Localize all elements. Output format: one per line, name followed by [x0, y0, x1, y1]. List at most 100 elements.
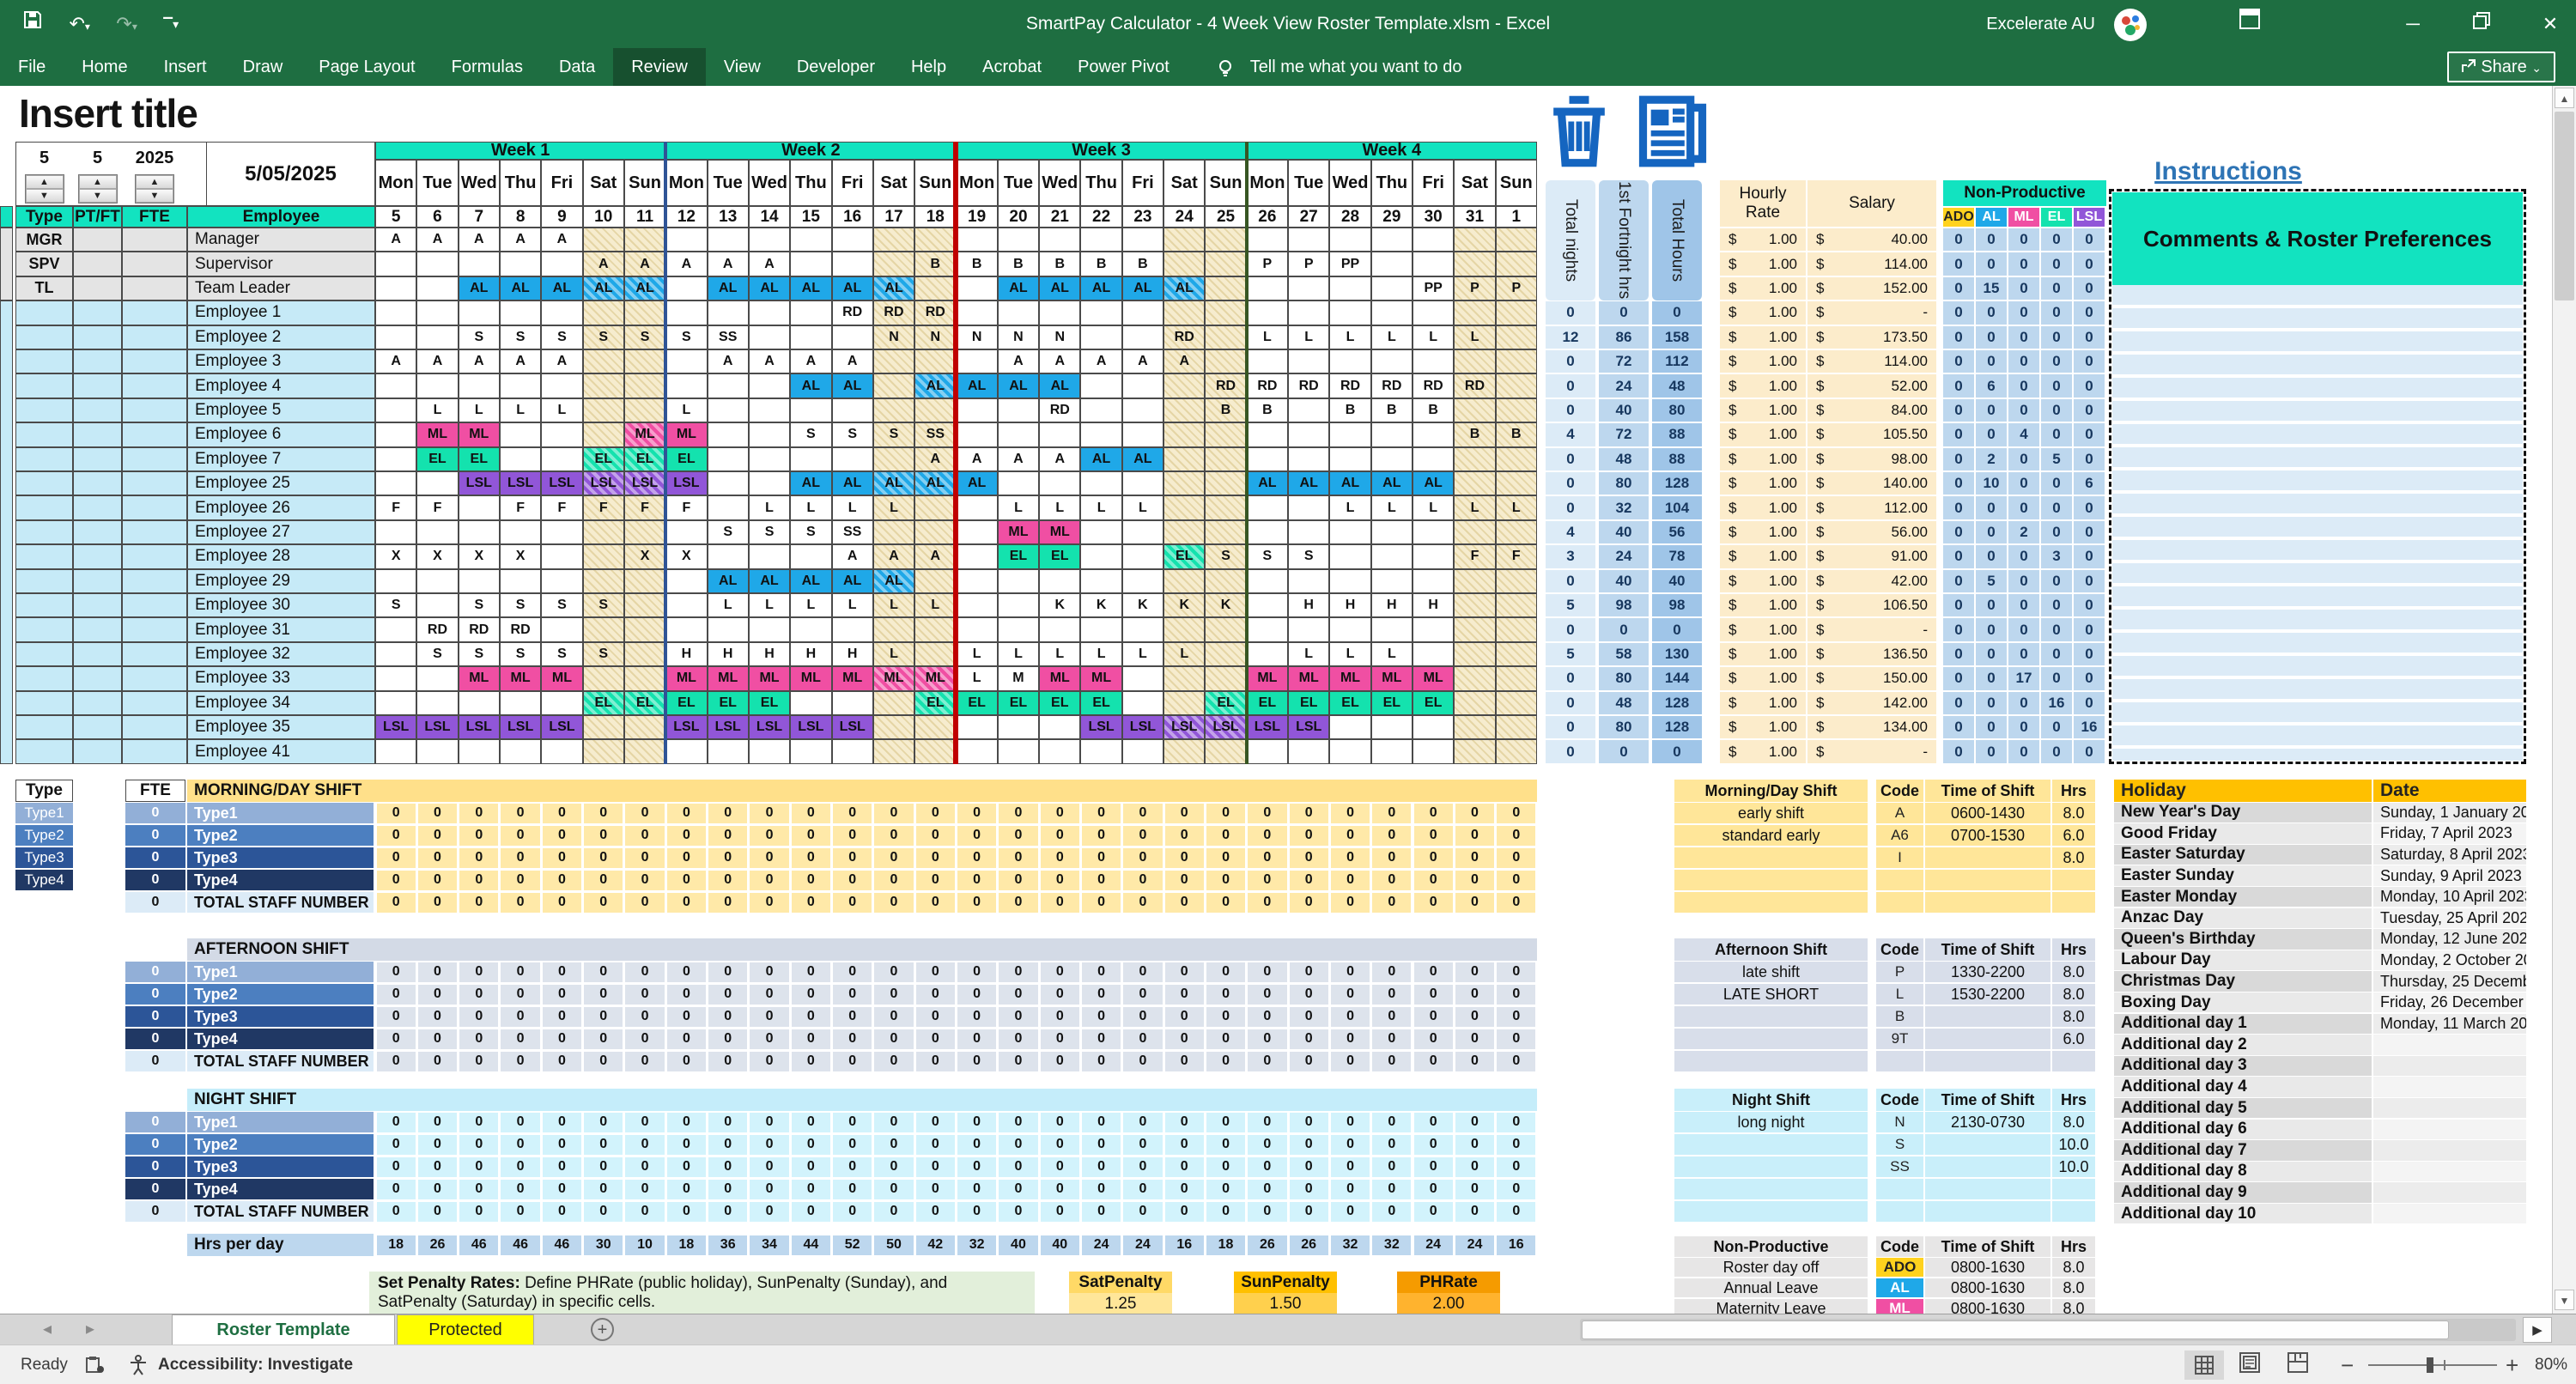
row-type-cell[interactable] [15, 300, 73, 325]
shift-cell[interactable] [832, 252, 873, 276]
total-staff-cell[interactable]: 0 [1041, 1052, 1079, 1071]
shift-cell[interactable] [1288, 739, 1329, 763]
shift-cell[interactable] [1205, 617, 1246, 641]
total-staff-cell[interactable]: 0 [1290, 1052, 1328, 1071]
total-value-cell[interactable]: 72 [1599, 350, 1649, 373]
staff-count-cell[interactable]: 0 [667, 1157, 706, 1177]
shift-cell[interactable]: ML [708, 666, 749, 690]
shift-cell[interactable]: ML [665, 666, 707, 690]
shift-cell[interactable] [375, 276, 416, 300]
salary-cell[interactable]: $42.00 [1807, 570, 1936, 592]
shift-cell[interactable]: F [541, 495, 582, 519]
nonprod-value-cell[interactable]: 0 [2074, 643, 2105, 665]
staff-count-cell[interactable]: 0 [1165, 1157, 1204, 1177]
row-ptft-cell[interactable] [73, 495, 122, 519]
staff-count-cell[interactable]: 0 [916, 1157, 955, 1177]
type-fte-cell[interactable]: 0 [125, 1112, 185, 1132]
total-value-cell[interactable]: 4 [1546, 521, 1595, 543]
nonprod-value-cell[interactable]: 0 [2041, 594, 2072, 616]
shift-cell[interactable]: ML [541, 666, 582, 690]
staff-count-cell[interactable]: 0 [874, 1113, 913, 1132]
date-cell[interactable]: 15 [790, 206, 831, 228]
staff-count-cell[interactable]: 0 [916, 848, 955, 868]
staff-count-cell[interactable]: 0 [1331, 804, 1370, 823]
shift-cell[interactable]: A [375, 349, 416, 373]
total-staff-cell[interactable]: 0 [543, 1052, 581, 1071]
staff-count-cell[interactable]: 0 [750, 1113, 788, 1132]
staff-count-cell[interactable]: 0 [1041, 804, 1079, 823]
shift-cell[interactable] [956, 593, 997, 617]
shift-cell[interactable]: EL [624, 691, 665, 715]
total-value-cell[interactable]: 40 [1652, 570, 1702, 592]
shift-cell[interactable]: L [1288, 642, 1329, 666]
staff-count-cell[interactable]: 0 [1497, 826, 1535, 846]
hrs-per-day-cell[interactable]: 46 [459, 1235, 498, 1255]
shift-cell[interactable] [708, 544, 749, 568]
staff-count-cell[interactable]: 0 [999, 985, 1037, 1005]
shift-cell[interactable]: N [956, 325, 997, 349]
shift-cell[interactable]: RD [1205, 373, 1246, 398]
shift-cell[interactable]: AL [541, 276, 582, 300]
staff-count-cell[interactable]: 0 [377, 1157, 416, 1177]
hourly-rate-cell[interactable]: $1.00 [1720, 301, 1806, 324]
total-value-cell[interactable]: 0 [1599, 301, 1649, 324]
macro-record-icon[interactable] [86, 1356, 105, 1380]
row-type-cell[interactable] [15, 617, 73, 641]
shift-cell[interactable] [500, 739, 541, 763]
staff-count-cell[interactable]: 0 [833, 1113, 872, 1132]
shift-cell[interactable]: X [500, 544, 541, 568]
shift-cell[interactable]: L [998, 642, 1039, 666]
staff-count-cell[interactable]: 0 [1123, 1113, 1162, 1132]
shift-cell[interactable] [1039, 422, 1080, 446]
shift-cell[interactable] [998, 617, 1039, 641]
staff-count-cell[interactable]: 0 [501, 1157, 539, 1177]
shift-cell[interactable]: S [500, 593, 541, 617]
shift-cell[interactable] [914, 349, 956, 373]
total-value-cell[interactable]: 88 [1652, 423, 1702, 446]
shift-cell[interactable] [790, 691, 831, 715]
row-type-cell[interactable] [15, 373, 73, 398]
shift-cell[interactable]: X [624, 544, 665, 568]
total-value-cell[interactable]: 48 [1599, 692, 1649, 714]
shift-cell[interactable] [375, 569, 416, 593]
shift-cell[interactable] [1454, 642, 1495, 666]
shift-cell[interactable] [1413, 422, 1454, 446]
shift-cell[interactable]: ML [1039, 520, 1080, 544]
shift-cell[interactable]: EL [1329, 691, 1370, 715]
type-fte-cell[interactable]: 0 [125, 984, 185, 1005]
total-value-cell[interactable]: 32 [1599, 496, 1649, 519]
staff-count-cell[interactable]: 0 [916, 871, 955, 890]
shift-cell[interactable] [541, 422, 582, 446]
shift-cell[interactable] [665, 739, 707, 763]
shift-cell[interactable] [956, 228, 997, 252]
staff-count-cell[interactable]: 0 [750, 1135, 788, 1155]
shift-cell[interactable] [500, 569, 541, 593]
total-staff-cell[interactable]: 0 [999, 893, 1037, 913]
shift-cell[interactable] [1080, 617, 1121, 641]
date-cell[interactable]: 14 [749, 206, 790, 228]
shift-cell[interactable]: A [583, 252, 624, 276]
shift-cell[interactable] [1329, 617, 1370, 641]
total-staff-cell[interactable]: 0 [1497, 893, 1535, 913]
shift-cell[interactable]: AL [459, 276, 500, 300]
shift-cell[interactable] [624, 520, 665, 544]
shift-cell[interactable]: AL [914, 373, 956, 398]
staff-count-cell[interactable]: 0 [1123, 1007, 1162, 1027]
shift-cell[interactable] [624, 228, 665, 252]
shift-cell[interactable]: S [500, 642, 541, 666]
nonprod-value-cell[interactable]: 0 [1943, 399, 1974, 422]
shift-cell[interactable]: RD [1371, 373, 1413, 398]
employee-name-cell[interactable]: Employee 7 [187, 447, 375, 471]
shift-cell[interactable]: ML [624, 422, 665, 446]
staff-count-cell[interactable]: 0 [792, 1157, 830, 1177]
staff-count-cell[interactable]: 0 [957, 962, 996, 982]
shift-cell[interactable]: ML [832, 666, 873, 690]
shift-cell[interactable]: AL [1080, 447, 1121, 471]
staff-count-cell[interactable]: 0 [543, 804, 581, 823]
shift-cell[interactable]: L [1163, 642, 1205, 666]
shift-cell[interactable] [375, 398, 416, 422]
scroll-up-icon[interactable]: ▲ [2555, 88, 2574, 108]
hrs-per-day-cell[interactable]: 18 [667, 1235, 706, 1255]
staff-count-cell[interactable]: 0 [459, 826, 498, 846]
staff-count-cell[interactable]: 0 [625, 962, 664, 982]
